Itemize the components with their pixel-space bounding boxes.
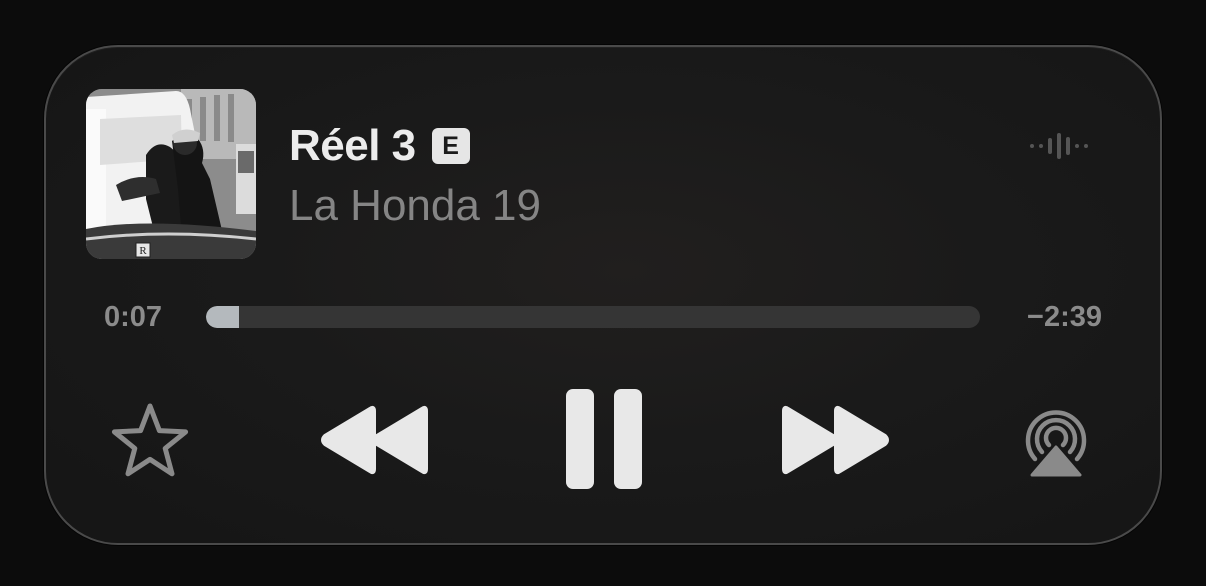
waveform-icon [1030,131,1094,161]
forward-button[interactable] [778,405,890,475]
explicit-badge: E [431,128,470,164]
favorite-button[interactable] [110,401,190,481]
remaining-time: −2:39 [1027,301,1102,333]
artist-name[interactable]: La Honda 19 [289,179,541,233]
album-artwork-image: R [86,89,256,259]
pause-icon [566,389,642,489]
progress-bar[interactable] [206,306,980,328]
backward-icon [321,405,428,475]
elapsed-time: 0:07 [104,301,163,333]
title-row: Réel 3 E [289,119,470,173]
airplay-audio-icon [1025,410,1087,477]
progress-fill [206,306,240,328]
album-artwork[interactable]: R [86,89,256,259]
pause-button[interactable] [562,387,646,491]
airplay-button[interactable] [1018,401,1094,481]
star-outline-icon [111,403,189,477]
forward-icon [782,405,889,475]
song-title[interactable]: Réel 3 [289,119,416,173]
now-playing-widget: R Réel 3 E La Honda 19 0:07 −2:39 [44,45,1162,545]
svg-text:R: R [139,245,147,257]
rewind-button[interactable] [320,405,432,475]
